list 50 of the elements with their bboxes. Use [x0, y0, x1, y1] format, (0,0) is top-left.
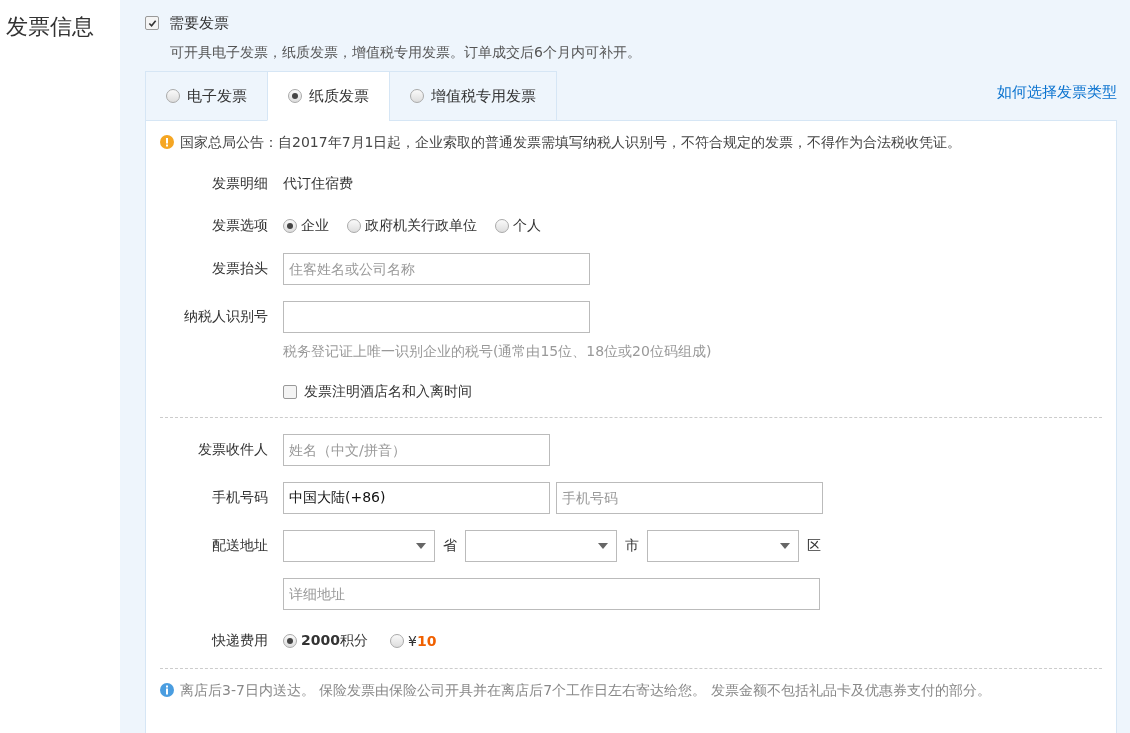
- warning-icon: [160, 135, 174, 149]
- radio-label: 政府机关行政单位: [365, 217, 477, 235]
- field-value: 代订住宿费: [283, 175, 353, 193]
- dropdown[interactable]: [465, 530, 617, 562]
- info-icon: [160, 683, 174, 697]
- checkbox[interactable]: [283, 385, 297, 399]
- radio-button[interactable]: [283, 219, 297, 233]
- radio-label: 2000积分: [301, 632, 368, 650]
- invoice-type-tab[interactable]: 增值税专用发票: [389, 71, 557, 121]
- input-field[interactable]: 详细地址: [283, 578, 820, 610]
- field-label: 发票选项: [211, 217, 268, 235]
- notice-text: 国家总局公告：自2017年7月1日起，企业索取的普通发票需填写纳税人识别号，不符合规定的发票，不得作为合法税收凭证。: [180, 133, 962, 152]
- radio-label: 企业: [301, 217, 329, 235]
- check-icon: [147, 18, 157, 28]
- unit-label: 市: [625, 537, 639, 555]
- radio-button[interactable]: [495, 219, 509, 233]
- checkbox[interactable]: [145, 16, 159, 30]
- input-field[interactable]: [283, 301, 590, 333]
- unit-label: 省: [443, 537, 457, 555]
- footer-note: 离店后3-7日内送达。 保险发票由保险公司开具并在离店后7个工作日左右寄达给您。 发票金额不包括礼品卡及优惠券支付的部分。: [180, 681, 991, 700]
- dropdown[interactable]: [283, 530, 435, 562]
- input-field[interactable]: 住客姓名或公司名称: [283, 253, 590, 285]
- invoice-type-tab[interactable]: 电子发票: [145, 71, 268, 121]
- input-field[interactable]: 姓名（中文/拼音）: [283, 434, 550, 466]
- radio-button[interactable]: [283, 634, 297, 648]
- section-title: 发票信息: [6, 14, 94, 39]
- caret-icon: [416, 543, 426, 549]
- description: 可开具电子发票，纸质发票，增值税专用发票。订单成交后6个月内可补开。: [170, 43, 642, 62]
- field-label: 发票明细: [211, 175, 268, 193]
- field-label: 快递费用: [210, 632, 268, 650]
- field-label: 纳税人识别号: [183, 308, 268, 326]
- field-label: 手机号码: [211, 489, 268, 507]
- dropdown[interactable]: [647, 530, 799, 562]
- input-field[interactable]: 手机号码: [556, 482, 823, 514]
- unit-label: 区: [807, 537, 821, 555]
- checkbox-label: 需要发票: [169, 13, 229, 33]
- radio-label: 个人: [513, 217, 541, 235]
- hint-text: 税务登记证上唯一识别企业的税号(通常由15位、18位或20位码组成): [283, 343, 713, 361]
- field-label: 配送地址: [211, 537, 268, 555]
- caret-icon: [598, 543, 608, 549]
- field-label: 发票收件人: [197, 441, 268, 459]
- price-label: ¥10: [407, 633, 437, 649]
- checkbox-label: 发票注明酒店名和入离时间: [304, 383, 472, 401]
- radio-button[interactable]: [347, 219, 361, 233]
- help-link[interactable]: 如何选择发票类型: [997, 83, 1117, 102]
- country-code-field[interactable]: 中国大陆(+86): [283, 482, 550, 514]
- caret-icon: [780, 543, 790, 549]
- field-label: 发票抬头: [211, 260, 268, 278]
- radio-button[interactable]: [389, 634, 404, 648]
- invoice-type-tab[interactable]: 纸质发票: [267, 71, 390, 121]
